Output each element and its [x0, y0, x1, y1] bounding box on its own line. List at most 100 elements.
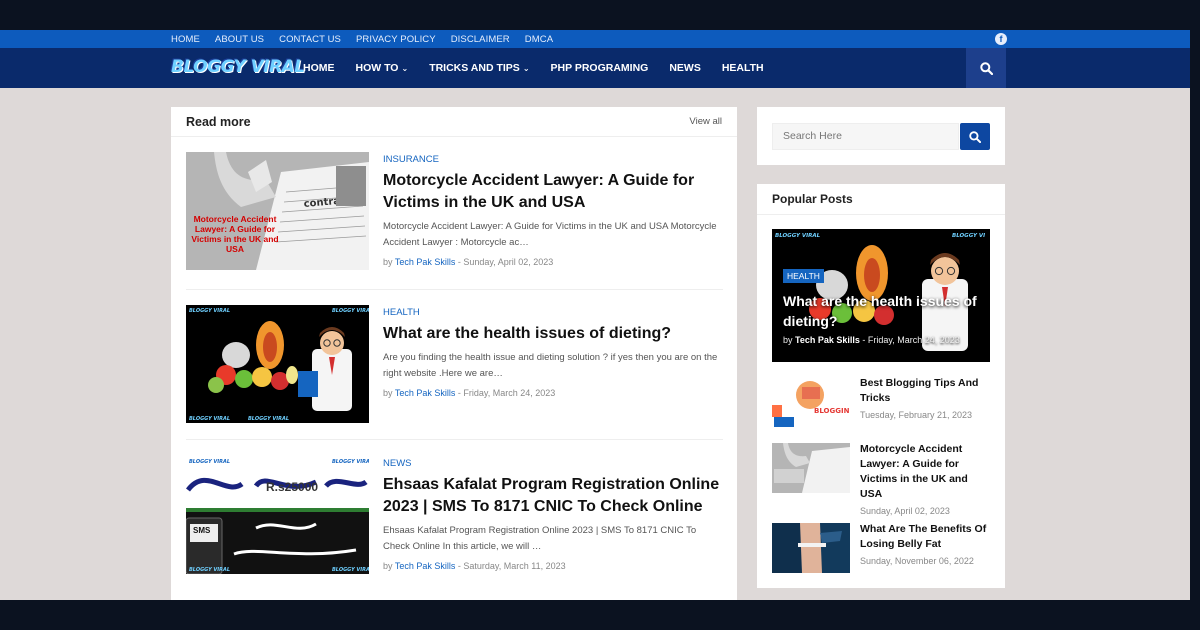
popular-post-text: Best Blogging Tips And Tricks Tuesday, F…: [860, 376, 992, 420]
post-category[interactable]: INSURANCE: [383, 154, 723, 165]
nav-label: NEWS: [669, 62, 701, 74]
right-margin: [1190, 0, 1200, 630]
post-title[interactable]: Motorcycle Accident Lawyer: A Guide for …: [383, 170, 723, 214]
nav-item-how-to[interactable]: HOW TO ⌄: [356, 62, 409, 74]
view-all-link[interactable]: View all: [689, 116, 722, 127]
post-author[interactable]: Tech Pak Skills: [395, 561, 456, 571]
top-margin: [0, 0, 1190, 30]
post-author[interactable]: Tech Pak Skills: [395, 257, 456, 267]
popular-post-title[interactable]: What Are The Benefits Of Losing Belly Fa…: [860, 522, 992, 552]
top-link-bar: HOME ABOUT US CONTACT US PRIVACY POLICY …: [0, 30, 1190, 48]
post-card: BLOGGY VIRAL BLOGGY VIRAL BLOGGY VIRAL B…: [186, 456, 723, 576]
svg-text:BLOGGY VI: BLOGGY VI: [952, 233, 985, 239]
main-nav: HOME HOW TO ⌄ TRICKS AND TIPS ⌄ PHP PROGRA…: [303, 48, 785, 88]
featured-post[interactable]: BLOGGY VIRAL BLOGGY VI HEALTH What are t…: [772, 229, 990, 362]
logo-text: BLOGGY VIRAL: [171, 57, 305, 77]
top-link-disclaimer[interactable]: DISCLAIMER: [451, 34, 510, 45]
svg-text:BLOGGY VIRAL: BLOGGY VIRAL: [775, 233, 821, 239]
nav-item-health[interactable]: HEALTH: [722, 62, 764, 74]
post-thumbnail[interactable]: BLOGGY VIRAL BLOGGY VIRAL BLOGGY VIRAL B…: [186, 456, 369, 574]
post-meta: HEALTH What are the health issues of die…: [383, 305, 723, 398]
divider: [757, 214, 1005, 215]
lawyer-image: [772, 443, 850, 493]
by-label: by: [383, 561, 393, 571]
popular-post-item[interactable]: Motorcycle Accident Lawyer: A Guide for …: [772, 443, 990, 516]
post-category[interactable]: HEALTH: [383, 307, 723, 318]
post-thumbnail[interactable]: contract Motorcycle Accident Lawyer: A G…: [186, 152, 369, 270]
site-logo[interactable]: BLOGGY VIRAL: [171, 56, 305, 78]
post-byline: by Tech Pak Skills - Friday, March 24, 2…: [383, 388, 723, 398]
search-input[interactable]: Search Here: [772, 123, 959, 150]
nav-item-tricks-and-tips[interactable]: TRICKS AND TIPS ⌄: [429, 62, 529, 74]
post-thumbnail[interactable]: BLOGGY VIRAL BLOGGY VIRAL BLOGGY VIRAL B…: [186, 305, 369, 423]
nav-search-button[interactable]: [966, 48, 1006, 88]
featured-byline: by Tech Pak Skills - Friday, March 24, 2…: [783, 335, 960, 345]
belly-fat-image: [772, 523, 850, 573]
top-link-home[interactable]: HOME: [171, 34, 200, 45]
top-link-privacy[interactable]: PRIVACY POLICY: [356, 34, 436, 45]
page-frame: HOME ABOUT US CONTACT US PRIVACY POLICY …: [0, 0, 1190, 630]
popular-post-date: Sunday, April 02, 2023: [860, 506, 950, 516]
bottom-margin: [0, 600, 1190, 630]
popular-post-date: Tuesday, February 21, 2023: [860, 410, 973, 420]
svg-text:BLOGGY VIRAL: BLOGGY VIRAL: [189, 567, 230, 573]
popular-post-item[interactable]: What Are The Benefits Of Losing Belly Fa…: [772, 523, 990, 575]
post-meta: NEWS Ehsaas Kafalat Program Registration…: [383, 456, 723, 571]
divider: [186, 439, 723, 440]
widget-title: Popular Posts: [772, 192, 853, 206]
top-link-about[interactable]: ABOUT US: [215, 34, 264, 45]
thumbnail-sms-label: SMS: [193, 526, 211, 535]
blogging-image: BLOGGIN: [772, 377, 850, 427]
popular-post-thumbnail[interactable]: [772, 443, 850, 493]
post-card: contract Motorcycle Accident Lawyer: A G…: [186, 152, 723, 272]
post-author[interactable]: Tech Pak Skills: [395, 388, 456, 398]
popular-post-date: Sunday, November 06, 2022: [860, 556, 974, 566]
post-date: - Saturday, March 11, 2023: [457, 561, 566, 571]
search-button[interactable]: [960, 123, 990, 150]
svg-text:BLOGGY VIRAL: BLOGGY VIRAL: [332, 308, 369, 314]
nav-label: PHP PROGRAMING: [550, 62, 649, 74]
post-title[interactable]: What are the health issues of dieting?: [383, 323, 723, 345]
post-byline: by Tech Pak Skills - Sunday, April 02, 2…: [383, 257, 723, 267]
facebook-icon[interactable]: f: [995, 33, 1007, 45]
popular-posts-widget: Popular Posts BLOGGY VIRAL BLOGGY VI HEA…: [757, 184, 1005, 588]
post-author[interactable]: Tech Pak Skills: [795, 335, 860, 345]
post-excerpt: Motorcycle Accident Lawyer: A Guide for …: [383, 221, 717, 248]
popular-post-title[interactable]: Best Blogging Tips And Tricks: [860, 376, 992, 406]
nav-label: HOW TO: [355, 62, 399, 74]
search-icon: [969, 130, 981, 143]
post-category[interactable]: NEWS: [383, 458, 723, 469]
post-card: BLOGGY VIRAL BLOGGY VIRAL BLOGGY VIRAL B…: [186, 305, 723, 425]
nav-item-php-programing[interactable]: PHP PROGRAMING: [551, 62, 649, 74]
nav-item-home[interactable]: HOME: [303, 62, 335, 74]
featured-post-title[interactable]: What are the health issues of dieting?: [783, 291, 983, 331]
sidebar-search-widget: Search Here: [757, 107, 1005, 165]
post-date: - Sunday, April 02, 2023: [457, 257, 554, 267]
nav-label: HEALTH: [721, 62, 764, 74]
post-title[interactable]: Ehsaas Kafalat Program Registration Onli…: [383, 474, 723, 518]
svg-text:BLOGGY VIRAL: BLOGGY VIRAL: [189, 308, 230, 314]
popular-post-item[interactable]: BLOGGIN Best Blogging Tips And Tricks Tu…: [772, 377, 990, 429]
svg-text:BLOGGY VIRAL: BLOGGY VIRAL: [332, 459, 369, 465]
popular-post-text: Motorcycle Accident Lawyer: A Guide for …: [860, 442, 992, 516]
chevron-down-icon: ⌄: [522, 63, 530, 73]
by-label: by: [783, 335, 793, 345]
svg-text:BLOGGY VIRAL: BLOGGY VIRAL: [248, 416, 289, 422]
post-date: - Friday, March 24, 2023: [862, 335, 960, 345]
popular-post-thumbnail[interactable]: BLOGGIN: [772, 377, 850, 427]
nav-item-news[interactable]: NEWS: [669, 62, 701, 74]
popular-post-thumbnail[interactable]: [772, 523, 850, 573]
popular-post-title[interactable]: Motorcycle Accident Lawyer: A Guide for …: [860, 442, 992, 502]
section-title: Read more: [186, 115, 251, 129]
svg-text:BLOGGY VIRAL: BLOGGY VIRAL: [189, 459, 230, 465]
by-label: by: [383, 388, 393, 398]
post-excerpt: Are you finding the health issue and die…: [383, 352, 718, 379]
post-excerpt: Ehsaas Kafalat Program Registration Onli…: [383, 525, 697, 552]
post-meta: INSURANCE Motorcycle Accident Lawyer: A …: [383, 152, 723, 267]
category-badge[interactable]: HEALTH: [783, 269, 824, 283]
top-link-dmca[interactable]: DMCA: [525, 34, 553, 45]
post-date: - Friday, March 24, 2023: [457, 388, 556, 398]
thumbnail-caption: BLOGGIN: [814, 407, 850, 415]
top-link-contact[interactable]: CONTACT US: [279, 34, 341, 45]
read-more-section: Read more View all contract Motorcycle A…: [171, 107, 737, 600]
